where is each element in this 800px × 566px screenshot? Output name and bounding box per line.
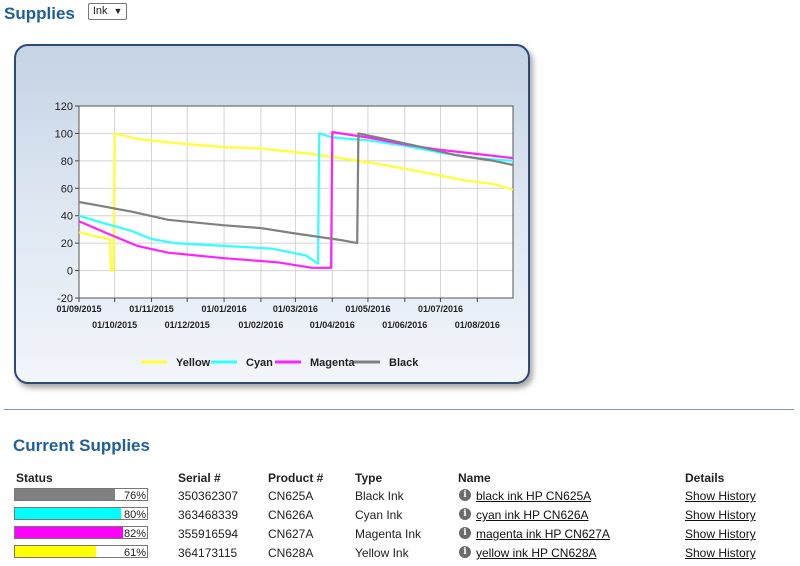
section-divider [4, 409, 794, 410]
y-tick-label: 60 [61, 183, 73, 195]
table-row: 61% 364173115 CN628A Yellow Ink i yellow ink … [0, 543, 800, 562]
table-row: 76% 350362307 CN625A Black Ink i black ink HP… [0, 486, 800, 505]
y-tick-label: 0 [67, 266, 73, 278]
x-tick-label: 01/07/2016 [418, 304, 463, 314]
column-header-product: Product # [268, 471, 324, 485]
supply-type: Yellow Ink [355, 546, 409, 560]
legend-label-cyan: Cyan [246, 357, 273, 369]
column-header-type: Type [355, 471, 383, 485]
x-tick-label: 01/06/2016 [382, 320, 427, 330]
level-bar-fill [15, 508, 121, 519]
supply-name-link[interactable]: yellow ink HP CN628A [476, 546, 597, 560]
supply-name-link[interactable]: cyan ink HP CN626A [476, 508, 589, 522]
legend-label-black: Black [389, 357, 419, 369]
supply-name-link[interactable]: black ink HP CN625A [476, 489, 591, 503]
supply-name-link[interactable]: magenta ink HP CN627A [476, 527, 610, 541]
product-number: CN627A [268, 527, 314, 541]
y-tick-label: 20 [61, 238, 73, 250]
info-icon[interactable]: i [459, 508, 471, 520]
level-bar: 82% [14, 526, 148, 540]
supply-type: Cyan Ink [355, 508, 403, 522]
x-tick-label: 01/05/2016 [345, 304, 390, 314]
column-header-details: Details [685, 471, 725, 485]
serial-number: 355916594 [178, 527, 239, 541]
table-row: 82% 355916594 CN627A Magenta Ink i magenta in… [0, 524, 800, 543]
show-history-link[interactable]: Show History [685, 527, 756, 541]
serial-number: 363468339 [178, 508, 239, 522]
product-number: CN626A [268, 508, 314, 522]
table-row: 80% 363468339 CN626A Cyan Ink i cyan ink HP C… [0, 505, 800, 524]
column-header-name: Name [458, 471, 491, 485]
x-tick-label: 01/10/2015 [92, 320, 137, 330]
product-number: CN625A [268, 489, 314, 503]
column-header-serial: Serial # [178, 471, 221, 485]
supply-history-chart: -2002040608010012001/09/2015 01/11/2015 01… [55, 101, 514, 369]
show-history-link[interactable]: Show History [685, 489, 756, 503]
info-icon[interactable]: i [459, 527, 471, 539]
serial-number: 364173115 [178, 546, 238, 560]
show-history-link[interactable]: Show History [685, 508, 756, 522]
info-icon[interactable]: i [459, 546, 471, 558]
y-tick-label: 120 [55, 101, 73, 113]
serial-number: 350362307 [178, 489, 239, 503]
y-tick-label: 40 [61, 211, 73, 223]
x-tick-label: 01/12/2015 [165, 320, 210, 330]
level-percent: 80% [123, 509, 146, 521]
level-percent: 61% [123, 547, 146, 559]
select-value: Ink [92, 5, 108, 17]
y-tick-label: 80 [61, 156, 73, 168]
info-icon[interactable]: i [459, 489, 471, 501]
supplies-header: Supplies Ink ▼ [4, 2, 128, 24]
current-supplies-title: Current Supplies [13, 436, 150, 455]
x-tick-label: 01/09/2015 [56, 304, 101, 314]
level-bar: 76% [14, 488, 148, 502]
x-tick-label: 01/03/2016 [273, 304, 318, 314]
level-bar-fill [15, 527, 124, 538]
level-bar-fill [15, 489, 116, 500]
plot-area [79, 106, 513, 298]
level-bar: 61% [14, 545, 148, 559]
y-tick-label: 100 [55, 128, 73, 140]
column-header-status: Status [16, 471, 53, 485]
level-percent: 82% [123, 528, 146, 540]
chevron-down-icon: ▼ [113, 6, 123, 16]
x-tick-label: 01/01/2016 [202, 304, 247, 314]
x-tick-label: 01/11/2015 [129, 304, 174, 314]
x-tick-label: 01/08/2016 [455, 320, 500, 330]
supply-type: Magenta Ink [355, 527, 422, 541]
legend-label-magenta: Magenta [310, 357, 356, 369]
supply-type: Black Ink [355, 489, 404, 503]
supply-history-chart-panel: -20 0 20 40 60 80 100 120 01/09/2015 01/11/2015 01… [14, 44, 530, 384]
page-title: Supplies [4, 4, 75, 23]
level-percent: 76% [123, 490, 146, 502]
level-bar: 80% [14, 507, 148, 521]
show-history-link[interactable]: Show History [685, 546, 756, 560]
product-number: CN628A [268, 546, 314, 560]
level-bar-fill [15, 546, 96, 557]
supply-type-select[interactable]: Ink ▼ [87, 2, 128, 20]
legend-label-yellow: Yellow [176, 357, 211, 369]
x-tick-label: 01/02/2016 [238, 320, 283, 330]
x-tick-label: 01/04/2016 [310, 320, 355, 330]
